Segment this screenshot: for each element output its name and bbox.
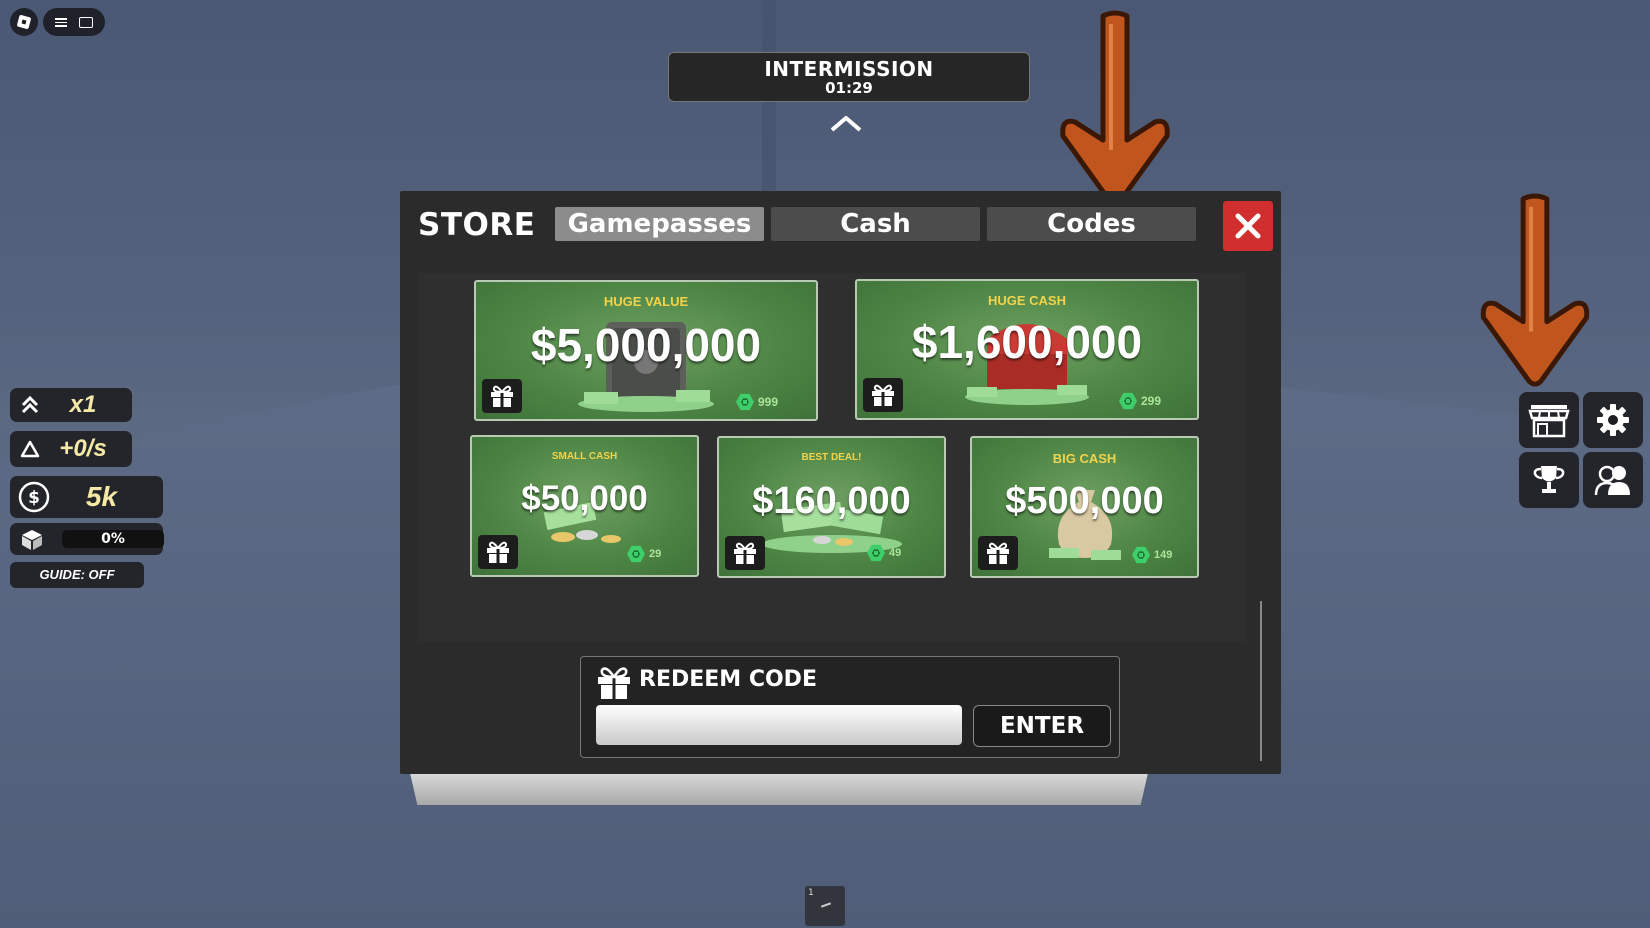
product-card[interactable]: BEST DEAL! $160,000 49 (717, 436, 946, 578)
close-icon (1235, 213, 1261, 239)
robux-price: 29 (627, 545, 661, 563)
robux-price: 299 (1119, 392, 1161, 410)
tab-cash[interactable]: Cash (771, 207, 980, 241)
tool-icon (820, 902, 832, 908)
robux-icon (1132, 546, 1150, 564)
rate-value: +0/s (59, 435, 107, 462)
price-value: 49 (889, 547, 902, 559)
roblox-menu-bar (43, 8, 105, 36)
gift-button[interactable] (863, 378, 903, 412)
chevron-up-icon[interactable] (830, 113, 862, 133)
gift-button[interactable] (725, 536, 765, 570)
robux-icon (867, 544, 885, 562)
hotbar-slot[interactable]: 1 (805, 886, 845, 926)
card-amount: $500,000 (1005, 480, 1164, 522)
gift-icon (872, 384, 894, 406)
gift-button[interactable] (478, 535, 518, 569)
multiplier-value: x1 (69, 391, 97, 418)
tab-gamepasses[interactable]: Gamepasses (555, 207, 764, 241)
price-value: 999 (758, 395, 779, 409)
product-card[interactable]: SMALL CASH $50,000 29 (470, 435, 699, 577)
scrollbar[interactable] (1260, 601, 1262, 761)
card-label: BEST DEAL! (801, 452, 862, 463)
intermission-title: INTERMISSION (764, 57, 934, 81)
trophy-icon (1533, 466, 1565, 493)
card-label: BIG CASH (1052, 451, 1117, 466)
robux-icon (627, 545, 645, 563)
gift-icon (987, 542, 1009, 564)
robux-icon (736, 393, 754, 411)
price-value: 149 (1154, 549, 1173, 561)
robux-price: 999 (736, 393, 778, 411)
cash-value: 5k (85, 481, 118, 512)
leaderboard-button[interactable] (1519, 452, 1579, 508)
close-button[interactable] (1223, 201, 1273, 251)
box-icon (22, 530, 42, 550)
users-icon (1594, 465, 1630, 496)
gift-icon (734, 542, 756, 564)
robux-price: 49 (867, 544, 901, 562)
shop-button[interactable] (1519, 392, 1579, 448)
gift-button[interactable] (978, 536, 1018, 570)
product-card[interactable]: HUGE VALUE $5,000,000 999 (474, 280, 818, 421)
card-label: SMALL CASH (551, 451, 618, 462)
chat-icon[interactable] (79, 16, 93, 28)
product-card[interactable]: HUGE CASH $1,600,000 299 (855, 279, 1199, 420)
tab-codes[interactable]: Codes (987, 207, 1196, 241)
gift-icon (491, 385, 513, 407)
gift-button[interactable] (482, 379, 522, 413)
cash-display: $ 5k (10, 476, 163, 518)
store-title: STORE (418, 207, 536, 243)
card-amount: $1,600,000 (911, 316, 1143, 368)
redeem-code-panel: REDEEM CODE ENTER (580, 656, 1120, 758)
intermission-timer: 01:29 (825, 79, 873, 97)
price-value: 29 (649, 548, 662, 560)
progress-value: 0% (62, 530, 164, 548)
store-window: STORE Gamepasses Cash Codes HUGE VALUE $… (400, 191, 1281, 774)
friends-button[interactable] (1583, 452, 1643, 508)
robux-icon (1119, 392, 1137, 410)
arrow-down-icon (1480, 193, 1590, 387)
redeem-title: REDEEM CODE (639, 667, 817, 692)
card-amount: $160,000 (752, 480, 911, 522)
product-card[interactable]: BIG CASH $500,000 149 (970, 436, 1199, 578)
gift-icon (487, 541, 509, 563)
intermission-panel: INTERMISSION 01:29 (668, 52, 1030, 102)
roblox-logo-icon[interactable] (10, 8, 38, 36)
shop-icon (1528, 405, 1570, 438)
robux-price: 149 (1132, 546, 1172, 564)
rate-display: +0/s (10, 431, 132, 467)
guide-toggle[interactable]: GUIDE: OFF (10, 562, 144, 588)
price-value: 299 (1141, 394, 1162, 408)
gift-icon (598, 667, 630, 699)
card-label: HUGE VALUE (603, 294, 689, 309)
multiplier-display: x1 (10, 388, 132, 422)
progress-display: 0% (10, 523, 164, 555)
code-input[interactable] (596, 705, 962, 745)
card-amount: $50,000 (521, 479, 648, 518)
settings-button[interactable] (1583, 392, 1643, 448)
platform (410, 773, 1148, 805)
card-label: HUGE CASH (987, 293, 1066, 308)
svg-text:$: $ (28, 488, 40, 508)
hotbar-slot-number: 1 (808, 888, 814, 898)
gear-icon (1597, 404, 1629, 436)
hamburger-icon[interactable] (55, 17, 67, 27)
arrow-down-icon (1060, 10, 1170, 206)
card-amount: $5,000,000 (530, 319, 762, 371)
enter-button[interactable]: ENTER (973, 705, 1111, 747)
